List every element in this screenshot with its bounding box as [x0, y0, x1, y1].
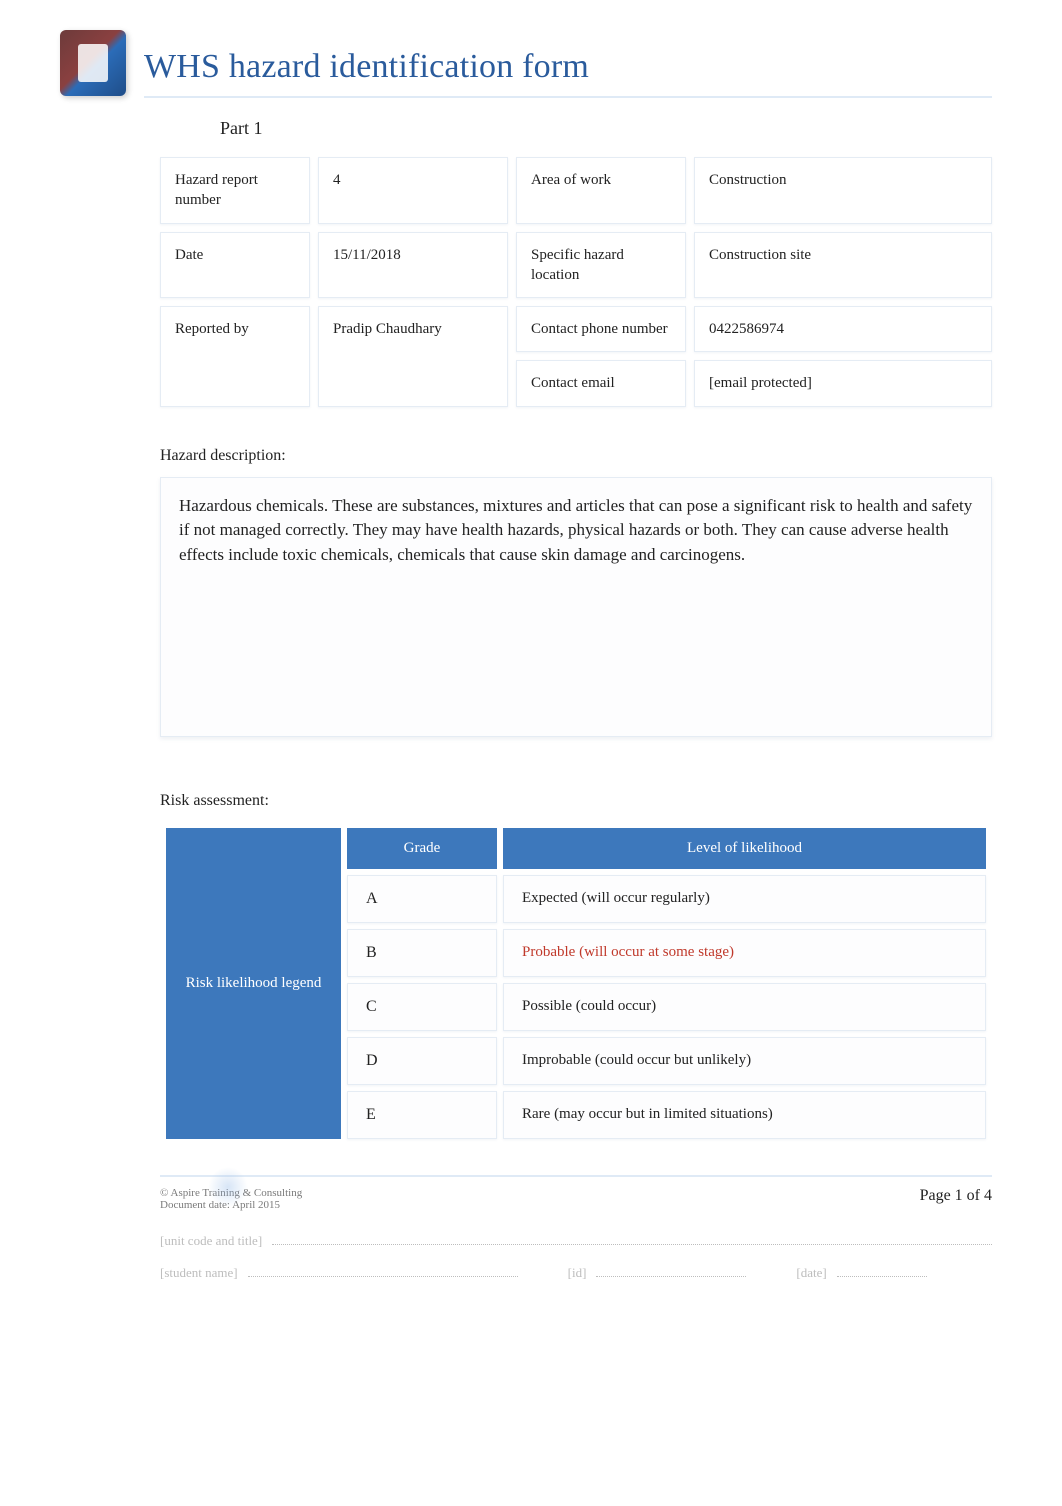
risk-likelihood-table: Risk likelihood legend Grade Level of li…	[160, 822, 992, 1145]
specific-location-value: Construction site	[694, 232, 992, 299]
id-label: [id]	[568, 1265, 587, 1281]
dotted-line	[596, 1265, 746, 1277]
level-cell: Improbable (could occur but unlikely)	[503, 1037, 986, 1085]
contact-phone-value: 0422586974	[694, 306, 992, 352]
level-cell: Rare (may occur but in limited situation…	[503, 1091, 986, 1139]
footer: © Aspire Training & Consulting Document …	[160, 1187, 992, 1211]
area-of-work-label: Area of work	[516, 157, 686, 224]
reported-by-label: Reported by	[160, 306, 310, 407]
date-meta-label: [date]	[796, 1265, 826, 1281]
column-header-level: Level of likelihood	[503, 828, 986, 869]
hazard-description-heading: Hazard description:	[160, 447, 992, 465]
reported-by-value: Pradip Chaudhary	[318, 306, 508, 407]
grade-cell: E	[347, 1091, 497, 1139]
specific-location-label: Specific hazard location	[516, 232, 686, 299]
page-title: WHS hazard identification form	[144, 48, 992, 86]
document-header: WHS hazard identification form	[60, 30, 992, 98]
decorative-blur-icon	[208, 1167, 248, 1207]
form-fields: Hazard report number 4 Area of work Cons…	[160, 157, 992, 407]
part-heading: Part 1	[220, 118, 992, 139]
dotted-line	[248, 1265, 518, 1277]
risk-legend-sidelabel: Risk likelihood legend	[166, 828, 341, 1139]
dotted-line	[837, 1265, 927, 1277]
unit-code-label: [unit code and title]	[160, 1233, 262, 1249]
hazard-description-text: Hazardous chemicals. These are substance…	[160, 477, 992, 737]
contact-email-value: [email protected]	[694, 360, 992, 406]
area-of-work-value: Construction	[694, 157, 992, 224]
logo-icon	[78, 44, 108, 82]
hazard-number-label: Hazard report number	[160, 157, 310, 224]
contact-phone-label: Contact phone number	[516, 306, 686, 352]
risk-assessment-heading: Risk assessment:	[160, 792, 992, 810]
title-divider	[144, 96, 992, 98]
page-number: Page 1 of 4	[920, 1187, 992, 1211]
table-header-row: Risk likelihood legend Grade Level of li…	[166, 828, 986, 869]
dotted-line	[272, 1233, 992, 1245]
grade-cell: B	[347, 929, 497, 977]
level-cell-highlighted: Probable (will occur at some stage)	[503, 929, 986, 977]
student-name-label: [student name]	[160, 1265, 238, 1281]
grade-cell: C	[347, 983, 497, 1031]
grade-cell: D	[347, 1037, 497, 1085]
column-header-grade: Grade	[347, 828, 497, 869]
level-cell: Possible (could occur)	[503, 983, 986, 1031]
hazard-number-value: 4	[318, 157, 508, 224]
brand-logo	[60, 30, 126, 96]
footer-divider	[160, 1175, 992, 1177]
footer-meta: [unit code and title] [student name] [id…	[160, 1233, 992, 1281]
date-value: 15/11/2018	[318, 232, 508, 299]
level-cell: Expected (will occur regularly)	[503, 875, 986, 923]
grade-cell: A	[347, 875, 497, 923]
date-label: Date	[160, 232, 310, 299]
contact-email-label: Contact email	[516, 360, 686, 406]
